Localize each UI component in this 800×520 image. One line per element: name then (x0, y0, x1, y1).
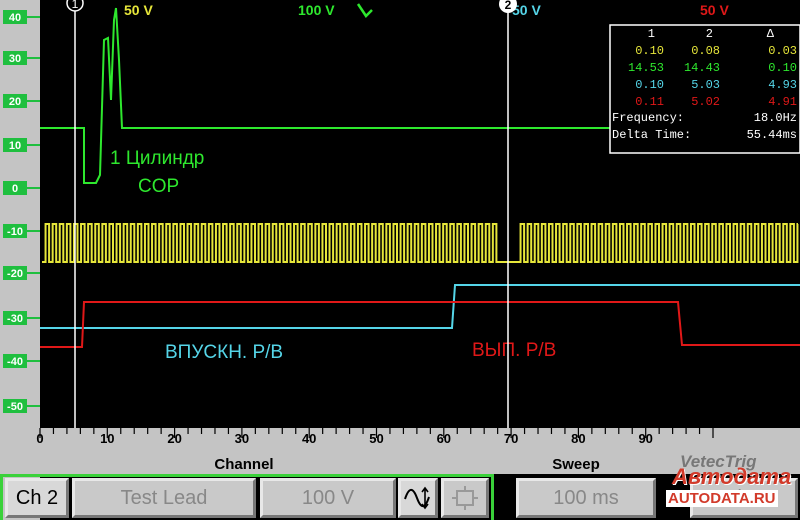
autodata-logo: VetecTrig Автодата AUTODATA.RU (662, 452, 798, 520)
cursor-1-label: 1 (72, 0, 79, 11)
cylinder-annotation: 1 Цилиндр (110, 148, 204, 169)
x-tick-label: 80 (571, 431, 585, 446)
exhaust-annotation: ВЫП. Р/В (472, 340, 556, 361)
waveform-coupling-icon (404, 486, 430, 510)
measurement-value: 14.43 (684, 61, 720, 75)
x-tick-label: 0 (36, 431, 43, 446)
channel-axis-title: Channel (214, 456, 273, 473)
ch1-scale-label: 50 V (124, 2, 153, 18)
measurement-value: 0.08 (691, 44, 720, 58)
y-label: -30 (7, 313, 23, 325)
y-label: -10 (7, 226, 23, 238)
oscilloscope-screen: 40 30 20 10 0 -10 -20 -30 -40 -50 0 10 20 30 40 50 60 70… (0, 0, 800, 520)
x-tick-label: 70 (504, 431, 518, 446)
scale-select-button[interactable]: 100 V (260, 478, 396, 518)
measurement-value: 0.10 (768, 61, 797, 75)
x-tick-label: 40 (302, 431, 316, 446)
x-tick-label: 20 (167, 431, 181, 446)
measurement-value: 5.02 (691, 95, 720, 109)
y-label: 20 (9, 96, 21, 108)
probe-select-button[interactable]: Test Lead (72, 478, 256, 518)
x-tick-label: 60 (437, 431, 451, 446)
meas-header-2: 2 (706, 27, 713, 41)
y-label: -50 (7, 401, 23, 413)
measurement-value: 0.11 (635, 95, 664, 109)
x-tick-label: 90 (638, 431, 652, 446)
measurement-value: 0.10 (635, 78, 664, 92)
y-label: 40 (9, 12, 21, 24)
logo-line3: AUTODATA.RU (666, 490, 778, 507)
measurement-value: 5.03 (691, 78, 720, 92)
probe-tool-button[interactable] (441, 478, 489, 518)
ch2-scale-label: 100 V (298, 2, 335, 18)
logo-line2: Автодата (672, 464, 792, 489)
measurement-panel: 1 2 Δ 0.10 0.08 0.03 14.53 14.43 0.10 0.10 5.03… (609, 24, 800, 154)
channel-select-button[interactable]: Ch 2 (5, 478, 69, 518)
x-tick-label: 10 (100, 431, 114, 446)
frequency-label: Frequency: (612, 111, 684, 125)
measurement-value: 14.53 (628, 61, 664, 75)
intake-annotation: ВПУСКН. Р/В (165, 342, 283, 363)
measurement-value: 4.91 (768, 95, 797, 109)
y-label: -40 (7, 356, 23, 368)
cursor-2-label: 2 (505, 0, 512, 12)
probe-icon (452, 486, 478, 510)
frequency-value: 18.0Hz (754, 111, 797, 125)
y-label: 0 (12, 183, 18, 195)
y-label: 10 (9, 140, 21, 152)
delta-time-value: 55.44ms (747, 128, 797, 142)
delta-time-label: Delta Time: (612, 128, 691, 142)
meas-header-1: 1 (648, 27, 655, 41)
measurement-value: 4.93 (768, 78, 797, 92)
coupling-button[interactable] (398, 478, 438, 518)
y-label: 30 (9, 53, 21, 65)
sweep-axis-title: Sweep (552, 456, 600, 473)
x-tick-label: 50 (369, 431, 383, 446)
sweep-select-button[interactable]: 100 ms (516, 478, 656, 518)
y-label: -20 (7, 268, 23, 280)
x-tick-label: 30 (235, 431, 249, 446)
meas-header-delta: Δ (767, 27, 775, 41)
measurement-value: 0.10 (635, 44, 664, 58)
sensor-annotation: COP (138, 176, 179, 197)
measurement-value: 0.03 (768, 44, 797, 58)
ch4-scale-label: 50 V (700, 2, 729, 18)
